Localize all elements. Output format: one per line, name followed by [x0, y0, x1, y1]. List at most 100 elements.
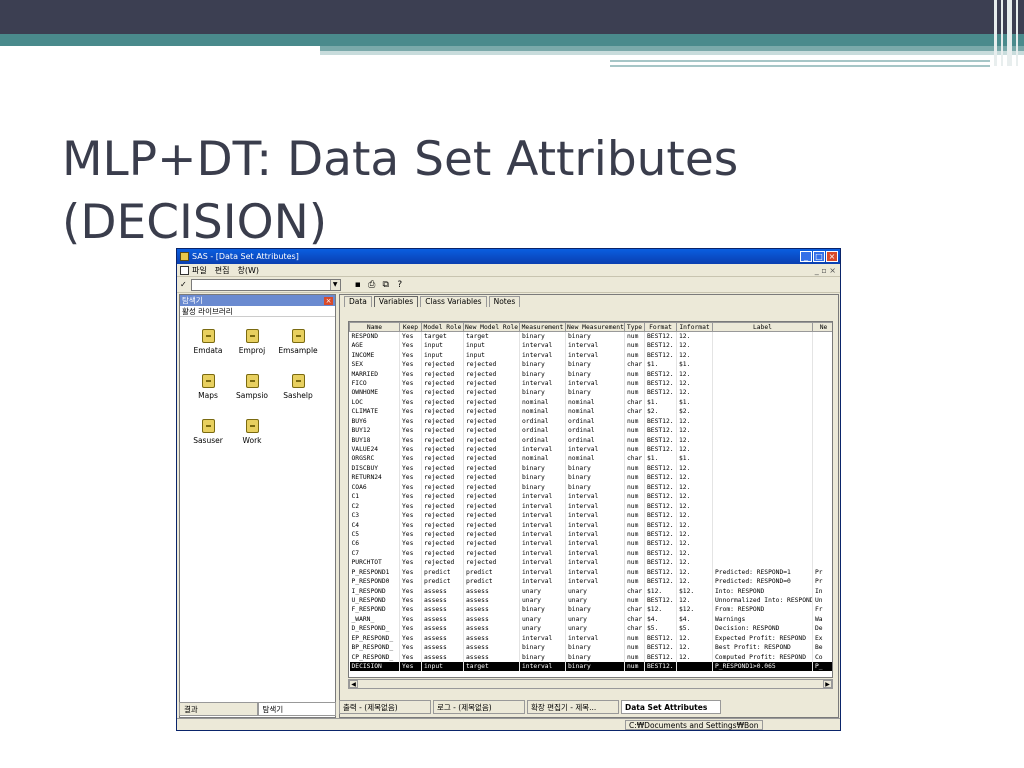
horizontal-scrollbar[interactable]: ◀ ▶ — [348, 679, 833, 689]
column-header[interactable]: Model Role — [421, 322, 464, 332]
table-row[interactable]: INCOME Yes input input interval interval num BE… — [349, 350, 832, 360]
chevron-down-icon[interactable]: ▼ — [329, 279, 340, 290]
table-row[interactable]: C6 Yes rejected rejected interval interval num… — [349, 539, 832, 549]
slide: MLP+DT: Data Set Attributes (DECISION) S… — [0, 0, 1024, 768]
menu-window[interactable]: 창(W) — [237, 265, 259, 276]
copy-icon[interactable]: ⧉ — [381, 280, 391, 290]
table-cell: nominal — [565, 407, 625, 417]
column-header[interactable]: Informat — [676, 322, 713, 332]
table-cell: 12. — [676, 378, 713, 389]
menu-edit[interactable]: 편집 — [215, 265, 230, 276]
library-label: Sashelp — [283, 391, 313, 400]
table-row[interactable]: P_RESPOND0 Yes predict predict interval inter… — [349, 576, 832, 587]
close-icon[interactable]: × — [324, 296, 333, 305]
table-row[interactable]: F_RESPOND Yes assess assess binary binary char… — [349, 605, 832, 615]
task-data-set-attributes[interactable]: Data Set Attributes — [621, 700, 721, 714]
library-emproj[interactable]: Emproj — [230, 329, 274, 355]
table-row[interactable]: BP_RESPOND_ Yes assess assess binary binary nu… — [349, 643, 832, 653]
table-cell: rejected — [463, 558, 520, 568]
table-row[interactable]: C3 Yes rejected rejected interval interval num… — [349, 510, 832, 521]
window-titlebar[interactable]: SAS - [Data Set Attributes] _ □ × — [177, 249, 840, 264]
column-header[interactable]: New Model Role — [463, 322, 520, 332]
table-row[interactable]: CLIMATE Yes rejected rejected nominal nominal… — [349, 407, 832, 417]
library-sashelp[interactable]: Sashelp — [276, 374, 320, 400]
table-row[interactable]: _WARN_ Yes assess assess unary unary char $4. $4… — [349, 614, 832, 625]
library-sampsio[interactable]: Sampsio — [230, 374, 274, 400]
tab-variables[interactable]: Variables — [373, 296, 419, 307]
table-row[interactable]: D_RESPOND_ Yes assess assess unary unary char $… — [349, 624, 832, 634]
tab-data[interactable]: Data — [344, 296, 372, 307]
table-row[interactable]: EP_RESPOND_ Yes assess assess interval interv… — [349, 633, 832, 643]
menu-file[interactable]: 파일 — [192, 265, 207, 276]
task-log[interactable]: 로그 - (제목없음) — [433, 700, 525, 714]
table-row[interactable]: I_RESPOND Yes assess assess unary unary char $1… — [349, 586, 832, 596]
table-cell: Yes — [399, 369, 422, 379]
column-header[interactable]: Ne — [812, 322, 832, 332]
tab-explorer[interactable]: 탐색기 — [257, 702, 336, 716]
column-header[interactable]: New Measurement — [565, 322, 625, 332]
checkmark-icon[interactable]: ✓ — [180, 280, 187, 289]
close-button[interactable]: × — [826, 251, 838, 262]
mdi-window-controls[interactable]: _ ▫ × — [815, 266, 836, 275]
table-row[interactable]: AGE Yes input input interval interval num BEST1… — [349, 341, 832, 351]
column-header[interactable]: Measurement — [519, 322, 566, 332]
scroll-left-icon[interactable]: ◀ — [349, 680, 358, 688]
table-row[interactable]: FICO Yes rejected rejected interval interval n… — [349, 378, 832, 389]
table-row[interactable]: C5 Yes rejected rejected interval interval num… — [349, 529, 832, 540]
table-row[interactable]: BUY12 Yes rejected rejected ordinal ordinal nu… — [349, 425, 832, 436]
table-row[interactable]: CP_RESPOND_ Yes assess assess binary binary nu… — [349, 652, 832, 662]
slide-title-line2: (DECISION) — [62, 195, 328, 250]
table-cell: assess — [463, 595, 520, 606]
library-grid: Emdata Emproj Emsample Maps Sampsio Sash… — [180, 317, 335, 697]
tab-class-variables[interactable]: Class Variables — [420, 296, 487, 307]
table-row[interactable]: P_RESPOND1 Yes predict predict interval inter… — [349, 567, 832, 577]
column-header[interactable]: Type — [624, 322, 645, 332]
table-row[interactable]: SEX Yes rejected rejected binary binary char $1… — [349, 359, 832, 370]
print-icon[interactable]: ⎙ — [367, 280, 377, 290]
table-row[interactable]: LOC Yes rejected rejected nominal nominal char… — [349, 397, 832, 408]
library-work[interactable]: Work — [230, 419, 274, 445]
table-cell: _WARN_ — [349, 614, 400, 625]
command-box[interactable]: ▼ — [190, 278, 341, 291]
library-maps[interactable]: Maps — [186, 374, 230, 400]
help-icon[interactable]: ? — [395, 280, 405, 290]
column-header[interactable]: Format — [644, 322, 677, 332]
table-row[interactable]: C1 Yes rejected rejected interval interval num… — [349, 492, 832, 502]
task-output[interactable]: 출력 - (제목없음) — [339, 700, 431, 714]
current-directory[interactable]: C:₩Documents and Settings₩Bon — [625, 720, 763, 730]
task-enhanced-editor[interactable]: 확장 편집기 - 제목... — [527, 700, 619, 714]
table-cell: 12. — [676, 558, 713, 568]
tab-results[interactable]: 결과 — [179, 702, 258, 716]
table-row[interactable]: DECISION Yes input target interval binary num B… — [349, 661, 832, 672]
library-emdata[interactable]: Emdata — [186, 329, 230, 355]
column-header[interactable]: Name — [349, 322, 400, 332]
scroll-right-icon[interactable]: ▶ — [823, 680, 832, 688]
table-row[interactable]: C2 Yes rejected rejected interval interval num… — [349, 501, 832, 511]
table-row[interactable]: PURCHTOT Yes rejected rejected interval inter… — [349, 558, 832, 568]
table-row[interactable]: MARRIED Yes rejected rejected binary binary nu… — [349, 369, 832, 379]
table-row[interactable]: BUY6 Yes rejected rejected ordinal ordinal num… — [349, 416, 832, 426]
table-row[interactable]: ORGSRC Yes rejected rejected nominal nominal c… — [349, 454, 832, 464]
save-icon[interactable]: ▪ — [353, 280, 363, 290]
table-row[interactable]: RESPOND Yes target target binary binary num BES… — [349, 331, 832, 341]
table-row[interactable]: C4 Yes rejected rejected interval interval num… — [349, 520, 832, 530]
variables-table-container[interactable]: Name Keep Model Role New Model Role Measurem… — [348, 321, 833, 678]
table-row[interactable]: U_RESPOND Yes assess assess unary unary num BES… — [349, 595, 832, 606]
table-cell: nominal — [519, 454, 566, 464]
table-row[interactable]: C7 Yes rejected rejected interval interval num… — [349, 548, 832, 559]
library-sasuser[interactable]: Sasuser — [186, 419, 230, 445]
maximize-button[interactable]: □ — [813, 251, 825, 262]
table-cell: interval — [519, 350, 566, 360]
status-bar: C:₩Documents and Settings₩Bon — [177, 718, 840, 730]
column-header[interactable]: Label — [712, 322, 813, 332]
table-row[interactable]: BUY18 Yes rejected rejected ordinal ordinal nu… — [349, 435, 832, 445]
table-row[interactable]: VALUE24 Yes rejected rejected interval interv… — [349, 444, 832, 455]
library-emsample[interactable]: Emsample — [276, 329, 320, 355]
minimize-button[interactable]: _ — [800, 251, 812, 262]
table-row[interactable]: DISCBUY Yes rejected rejected binary binary nu… — [349, 463, 832, 474]
table-row[interactable]: RETURN24 Yes rejected rejected binary binary n… — [349, 473, 832, 483]
tab-notes[interactable]: Notes — [488, 296, 521, 307]
table-row[interactable]: OWNHOME Yes rejected rejected binary binary nu… — [349, 388, 832, 398]
column-header[interactable]: Keep — [399, 322, 422, 332]
table-row[interactable]: COA6 Yes rejected rejected binary binary num BE… — [349, 482, 832, 492]
